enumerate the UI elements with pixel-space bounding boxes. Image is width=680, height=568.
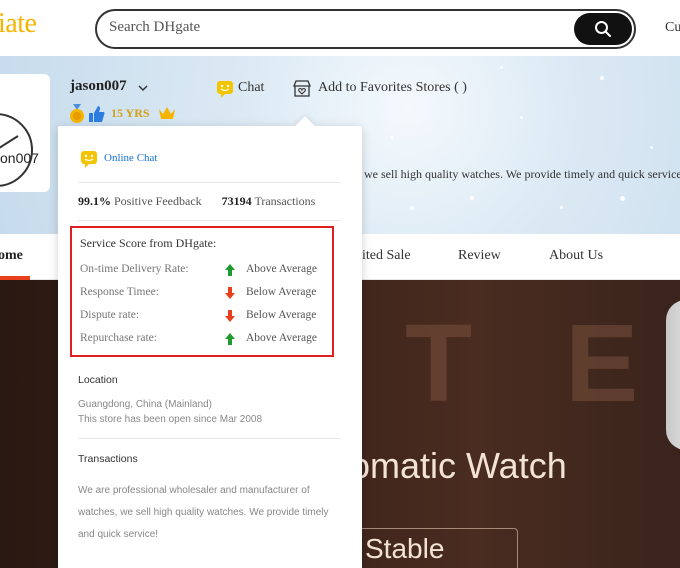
- top-right-link[interactable]: Cu: [665, 20, 680, 36]
- score-label: Dispute rate:: [80, 309, 140, 321]
- chat-label: Chat: [238, 80, 265, 95]
- thumbs-up-icon: [89, 106, 105, 122]
- clock-logo-icon: [0, 113, 33, 187]
- transactions-title: Transactions: [78, 453, 138, 465]
- store-tagline: we sell high quality watches. We provide…: [364, 167, 680, 181]
- store-heart-icon: [293, 80, 311, 97]
- divider: [78, 220, 341, 221]
- hero-letter-t: T: [405, 302, 473, 425]
- score-label: On-time Delivery Rate:: [80, 263, 189, 275]
- hero-stable-label: Stable: [365, 533, 445, 564]
- location-line: Guangdong, China (Mainland): [78, 399, 212, 410]
- site-logo[interactable]: iate: [0, 8, 37, 40]
- store-logo-text: on007: [0, 150, 39, 166]
- score-row-repurchase: Repurchase rate: Above Average: [80, 332, 330, 348]
- score-value: Below Average: [246, 309, 317, 321]
- store-name[interactable]: jason007: [70, 78, 127, 95]
- score-label: Repurchase rate:: [80, 332, 157, 344]
- service-score-title: Service Score from DHgate:: [80, 236, 217, 250]
- arrow-up-icon: [225, 264, 235, 276]
- hero-stable-button[interactable]: Stable: [352, 528, 518, 568]
- nav-limited-sale[interactable]: ited Sale: [362, 248, 411, 264]
- hero-watch-image: [666, 300, 680, 450]
- transactions-description: We are professional wholesaler and manuf…: [78, 485, 329, 540]
- favorites-label: Add to Favorites Stores ( ): [318, 80, 467, 95]
- score-row-delivery: On-time Delivery Rate: Above Average: [80, 263, 330, 279]
- hero-letter-e: E: [565, 302, 639, 425]
- transactions-value: 73194: [221, 194, 252, 208]
- score-row-dispute: Dispute rate: Below Average: [80, 309, 330, 325]
- store-years: 15 YRS: [111, 106, 150, 120]
- search-bar: [95, 9, 636, 49]
- online-chat-label: Online Chat: [104, 152, 158, 164]
- divider: [78, 438, 341, 439]
- score-value: Above Average: [246, 263, 317, 275]
- arrow-down-icon: [225, 287, 235, 299]
- service-score-box: Service Score from DHgate: On-time Deliv…: [70, 226, 334, 357]
- positive-feedback-value: 99.1%: [78, 194, 111, 208]
- nav-home[interactable]: ome: [0, 248, 23, 264]
- positive-feedback-label: Positive Feedback: [114, 194, 202, 208]
- hero-title: omatic Watch: [350, 445, 567, 486]
- store-stats: 99.1% Positive Feedback 73194 Transactio…: [78, 194, 315, 209]
- search-icon: [595, 21, 611, 37]
- top-header: iate Cu: [0, 0, 680, 56]
- chat-smiley-icon: [217, 81, 233, 98]
- store-info-popover: Online Chat 99.1% Positive Feedback 7319…: [58, 116, 362, 568]
- score-value: Below Average: [246, 286, 317, 298]
- store-logo[interactable]: on007: [0, 74, 50, 192]
- divider: [78, 182, 341, 183]
- transactions-label: Transactions: [254, 194, 316, 208]
- search-input[interactable]: [109, 19, 549, 36]
- arrow-up-icon: [225, 333, 235, 345]
- score-row-response: Response Timee: Below Average: [80, 286, 330, 302]
- search-button[interactable]: [574, 13, 632, 45]
- location-title: Location: [78, 374, 118, 386]
- nav-about-us[interactable]: About Us: [549, 248, 603, 264]
- crown-icon: [159, 107, 175, 119]
- chat-smiley-icon: [81, 151, 97, 168]
- score-value: Above Average: [246, 332, 317, 344]
- medal-icon: [70, 104, 84, 123]
- arrow-down-icon: [225, 310, 235, 322]
- score-label: Response Timee:: [80, 286, 159, 298]
- chevron-down-icon[interactable]: [138, 84, 148, 92]
- nav-review[interactable]: Review: [458, 248, 501, 264]
- store-open-since: This store has been open since Mar 2008: [78, 414, 262, 425]
